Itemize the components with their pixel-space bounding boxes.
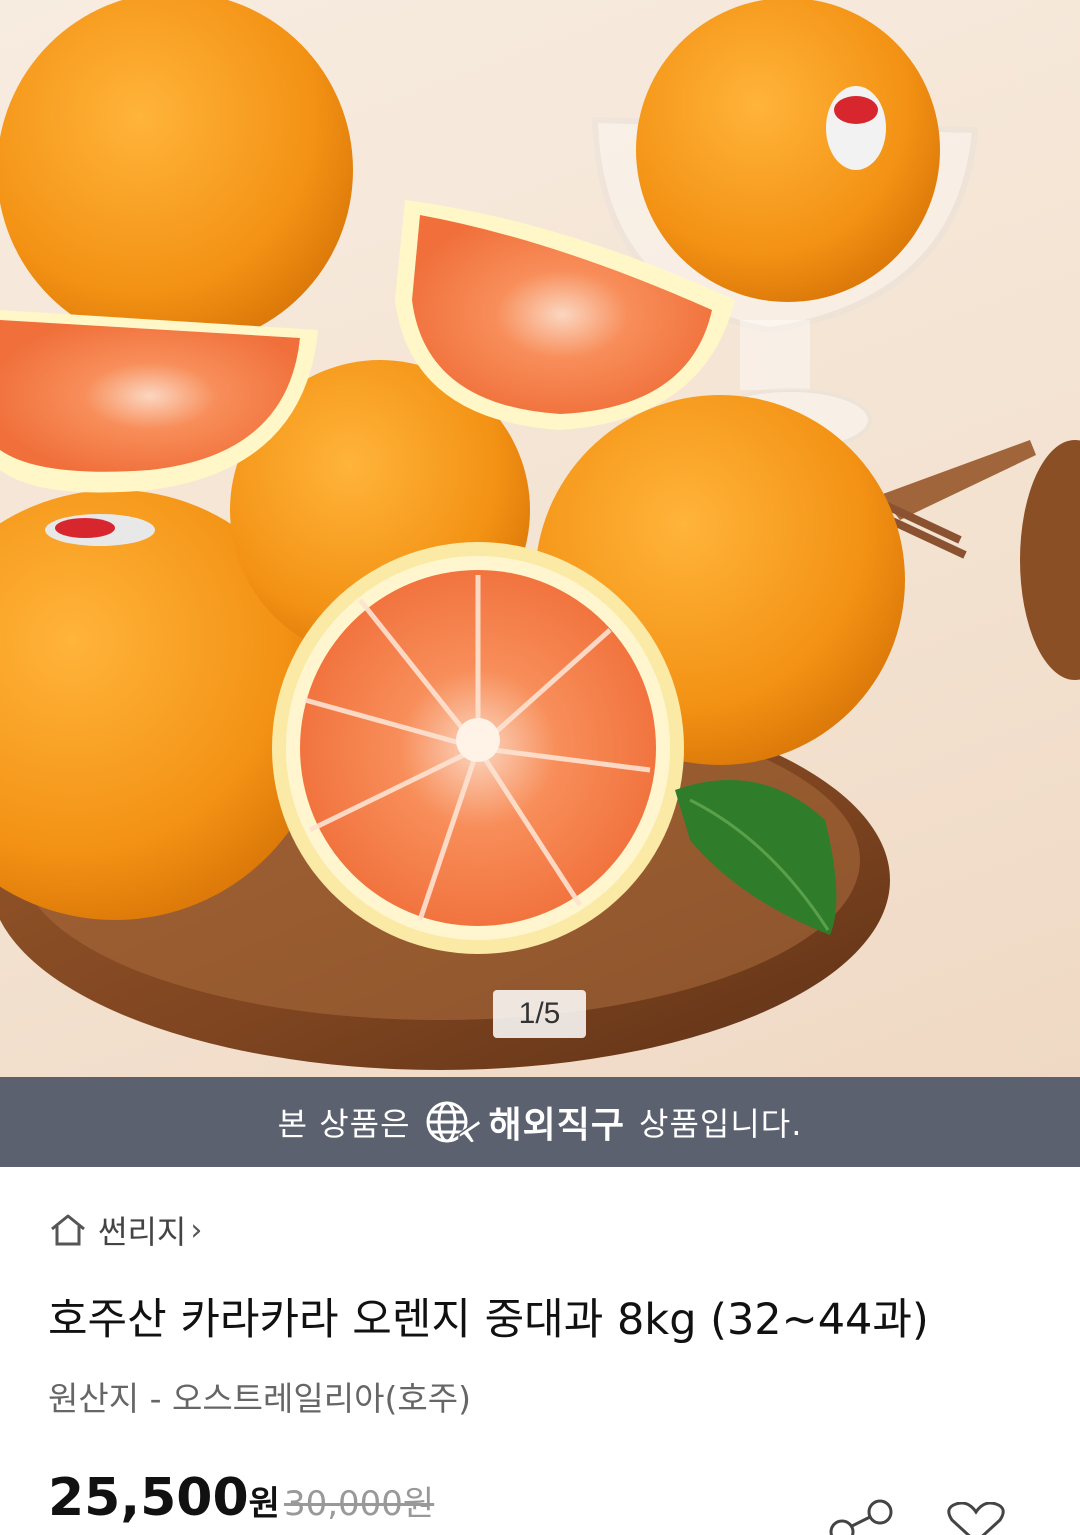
like-button[interactable]	[944, 1501, 1008, 1535]
product-image-gallery[interactable]: 1/5	[0, 0, 1080, 1077]
overseas-direct-banner: 본 상품은 해외직구 상품입니다.	[0, 1077, 1080, 1167]
banner-prefix: 본 상품은	[277, 1105, 411, 1143]
heart-icon	[947, 1501, 1005, 1535]
banner-suffix: 상품입니다.	[639, 1105, 803, 1143]
seller-breadcrumb[interactable]: 썬리지 ›	[48, 1205, 202, 1255]
globe-plane-icon	[425, 1098, 483, 1146]
sale-price: 25,500	[48, 1468, 249, 1528]
seller-name[interactable]: 썬리지	[98, 1207, 186, 1253]
chevron-right-icon: ›	[190, 1212, 203, 1248]
product-photo	[0, 0, 1080, 1070]
home-icon	[48, 1212, 88, 1248]
share-button[interactable]	[828, 1498, 896, 1535]
original-price: 30,000원	[283, 1484, 435, 1524]
image-counter: 1/5	[493, 990, 586, 1038]
sale-price-unit: 원	[248, 1484, 280, 1524]
product-origin: 원산지 - 오스트레일리아(호주)	[48, 1379, 471, 1418]
price-row: 25,500 원 30,000원	[48, 1468, 434, 1535]
banner-brand: 해외직구	[488, 1105, 626, 1146]
product-title: 호주산 카라카라 오렌지 중대과 8kg (32~44과)	[48, 1295, 929, 1345]
share-icon	[829, 1499, 893, 1535]
